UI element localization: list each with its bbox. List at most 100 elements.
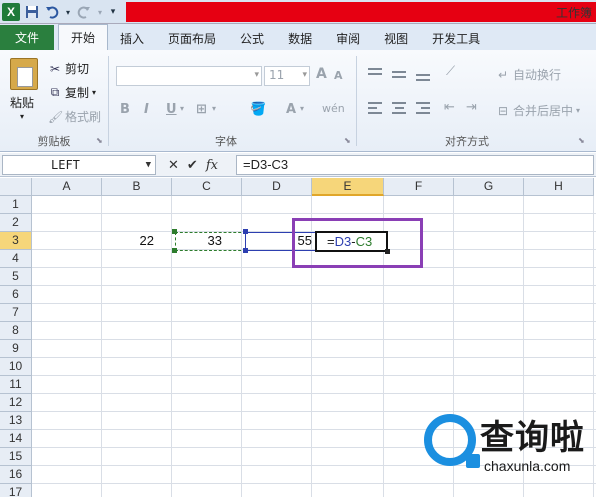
insert-function-icon[interactable]: fx	[206, 158, 218, 173]
copy-button[interactable]: ⧉ 复制 ▾	[48, 84, 96, 101]
row-header-12[interactable]: 12	[0, 394, 32, 412]
range-handle[interactable]	[243, 229, 248, 234]
tab-insert[interactable]: 插入	[108, 26, 156, 50]
scissors-icon: ✂	[49, 61, 61, 76]
align-top-icon[interactable]	[368, 68, 384, 82]
row-header-10[interactable]: 10	[0, 358, 32, 376]
row-header-2[interactable]: 2	[0, 214, 32, 232]
excel-logo[interactable]: X	[2, 3, 20, 21]
select-all-corner[interactable]	[0, 178, 32, 196]
italic-button[interactable]: I	[144, 102, 149, 117]
gridline-horizontal	[32, 393, 596, 394]
font-color-dropdown-icon[interactable]: ▾	[300, 104, 304, 113]
merge-center-button[interactable]: ⊟ 合并后居中 ▾	[496, 102, 580, 119]
customize-toolbar-icon[interactable]: ▾	[108, 4, 118, 20]
format-painter-button[interactable]: 🖌 格式刷	[48, 108, 101, 125]
watermark: 查询啦 chaxunla.com	[424, 410, 596, 497]
decrease-indent-icon[interactable]: ⇤	[444, 100, 455, 115]
tab-developer[interactable]: 开发工具	[420, 26, 492, 50]
font-launcher-icon[interactable]: ⬊	[344, 136, 351, 145]
row-header-5[interactable]: 5	[0, 268, 32, 286]
row-header-8[interactable]: 8	[0, 322, 32, 340]
row-header-13[interactable]: 13	[0, 412, 32, 430]
tab-formulas[interactable]: 公式	[228, 26, 276, 50]
merge-dropdown-icon[interactable]: ▾	[576, 106, 580, 115]
fill-color-icon[interactable]: 🪣	[250, 102, 266, 117]
font-group-label: 字体	[215, 135, 237, 148]
cut-label: 剪切	[65, 62, 90, 76]
column-header-g[interactable]: G	[454, 178, 524, 196]
row-header-17[interactable]: 17	[0, 484, 32, 497]
wrap-text-button[interactable]: ↵ 自动换行	[496, 66, 561, 83]
undo-icon[interactable]	[44, 4, 60, 20]
copy-label: 复制	[65, 86, 90, 100]
cell-b3[interactable]: 22	[103, 232, 157, 250]
undo-dropdown-icon[interactable]: ▾	[64, 4, 72, 20]
ribbon-separator	[108, 56, 109, 146]
range-handle[interactable]	[172, 229, 177, 234]
increase-indent-icon[interactable]: ⇥	[466, 100, 477, 115]
cancel-icon[interactable]: ✕	[168, 158, 179, 173]
formula-controls: ✕ ✔ fx	[162, 155, 234, 175]
tab-page-layout[interactable]: 页面布局	[156, 26, 228, 50]
row-header-1[interactable]: 1	[0, 196, 32, 214]
row-header-9[interactable]: 9	[0, 340, 32, 358]
row-header-4[interactable]: 4	[0, 250, 32, 268]
alignment-launcher-icon[interactable]: ⬊	[578, 136, 585, 145]
paste-dropdown-icon[interactable]: ▾	[20, 112, 24, 121]
phonetic-button[interactable]: wén	[322, 102, 345, 115]
borders-dropdown-icon[interactable]: ▾	[212, 104, 216, 113]
underline-button[interactable]: U	[166, 102, 177, 117]
row-header-16[interactable]: 16	[0, 466, 32, 484]
chevron-down-icon: ▼	[145, 160, 151, 170]
row-header-3[interactable]: 3	[0, 232, 32, 250]
font-name-combo[interactable]: ▾	[116, 66, 262, 86]
column-header-d[interactable]: D	[242, 178, 312, 196]
align-middle-icon[interactable]	[392, 68, 408, 82]
align-center-icon[interactable]	[392, 102, 408, 116]
name-box[interactable]: LEFT ▼	[2, 155, 156, 175]
quick-access-toolbar: X ▾ ▾ ▾	[0, 0, 118, 24]
range-handle[interactable]	[243, 248, 248, 253]
column-header-b[interactable]: B	[102, 178, 172, 196]
shrink-font-button[interactable]: A	[334, 69, 343, 82]
font-color-button[interactable]: A	[286, 102, 296, 117]
underline-dropdown-icon[interactable]: ▾	[180, 104, 184, 113]
brush-icon: 🖌	[48, 109, 64, 124]
column-header-h[interactable]: H	[524, 178, 594, 196]
grow-font-button[interactable]: A	[316, 66, 327, 82]
ribbon-separator	[356, 56, 357, 146]
orientation-icon[interactable]: ⟋	[446, 64, 455, 79]
row-header-7[interactable]: 7	[0, 304, 32, 322]
tab-file[interactable]: 文件	[0, 25, 54, 50]
paste-icon[interactable]	[10, 58, 38, 90]
column-header-e[interactable]: E	[312, 178, 384, 196]
column-header-a[interactable]: A	[32, 178, 102, 196]
tab-view[interactable]: 视图	[372, 26, 420, 50]
row-header-6[interactable]: 6	[0, 286, 32, 304]
align-bottom-icon[interactable]	[416, 68, 432, 82]
enter-icon[interactable]: ✔	[187, 158, 198, 173]
save-icon[interactable]	[24, 4, 40, 20]
align-left-icon[interactable]	[368, 102, 384, 116]
copy-dropdown-icon[interactable]: ▾	[92, 88, 96, 97]
gridline-horizontal	[32, 285, 596, 286]
row-header-14[interactable]: 14	[0, 430, 32, 448]
row-header-11[interactable]: 11	[0, 376, 32, 394]
borders-icon[interactable]: ⊞	[196, 102, 207, 117]
clipboard-launcher-icon[interactable]: ⬊	[96, 136, 103, 145]
tab-home[interactable]: 开始	[58, 24, 109, 50]
range-handle[interactable]	[172, 248, 177, 253]
paste-button[interactable]: 粘贴	[10, 94, 34, 111]
tab-data[interactable]: 数据	[276, 26, 324, 50]
cell-c3[interactable]: 33	[175, 232, 225, 250]
cut-button[interactable]: ✂ 剪切	[48, 60, 89, 77]
bold-button[interactable]: B	[120, 102, 130, 117]
row-header-15[interactable]: 15	[0, 448, 32, 466]
formula-input[interactable]: =D3-C3	[236, 155, 594, 175]
font-size-combo[interactable]: 11 ▾	[264, 66, 310, 86]
column-header-f[interactable]: F	[384, 178, 454, 196]
align-right-icon[interactable]	[416, 102, 432, 116]
column-header-c[interactable]: C	[172, 178, 242, 196]
tab-review[interactable]: 审阅	[324, 26, 372, 50]
